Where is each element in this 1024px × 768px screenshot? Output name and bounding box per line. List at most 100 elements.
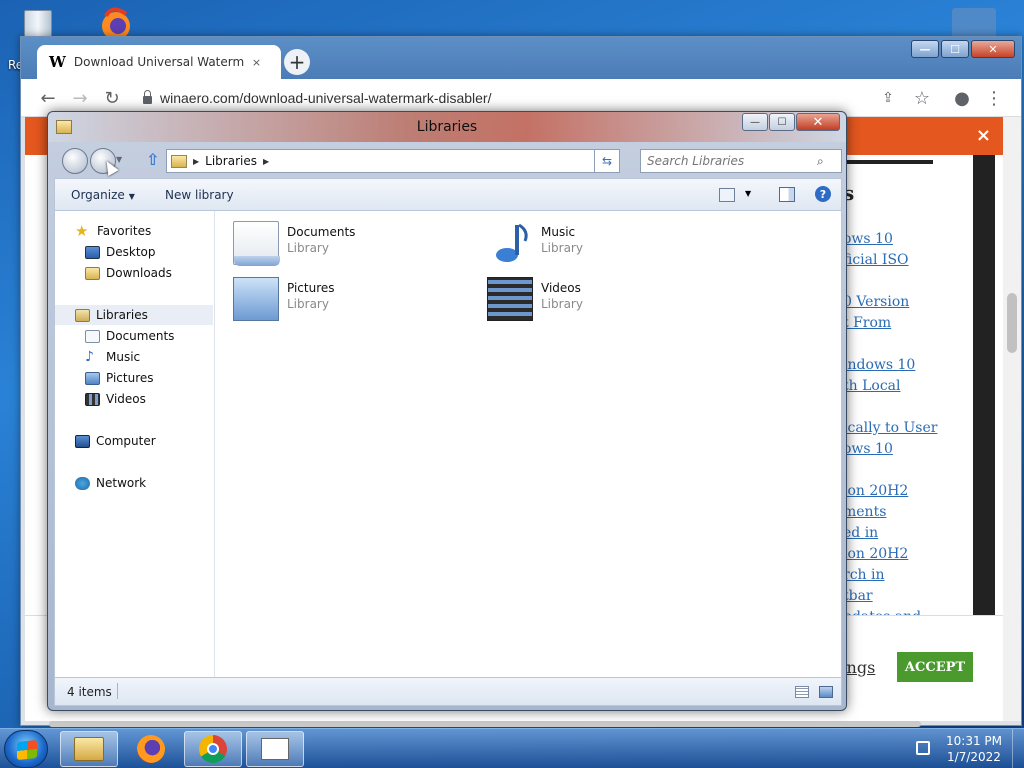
nav-favorites[interactable]: ★ Favorites (75, 221, 151, 241)
nav-network[interactable]: Network (75, 473, 146, 493)
chrome-maximize-button[interactable]: ☐ (941, 40, 969, 58)
recent-pages-dropdown-icon[interactable]: ▼ (116, 155, 122, 164)
nav-pictures[interactable]: Pictures (85, 368, 154, 388)
libraries-folder-icon (171, 154, 187, 168)
library-name: Music (541, 225, 576, 239)
aside-link[interactable]: ments (843, 504, 886, 520)
help-icon[interactable]: ? (815, 186, 831, 202)
new-tab-button[interactable]: + (284, 49, 310, 75)
nav-label: Libraries (96, 308, 148, 322)
scrollbar-thumb[interactable] (1007, 293, 1017, 353)
aside-link[interactable]: indows 10 (843, 357, 915, 373)
back-arrow-icon[interactable] (62, 148, 88, 174)
library-name: Videos (541, 281, 581, 295)
explorer-address-bar[interactable]: ▶ Libraries ▶ ▼ (166, 149, 612, 173)
library-type: Library (287, 241, 329, 255)
nav-downloads[interactable]: Downloads (85, 263, 172, 283)
page-scrollbar[interactable] (1003, 117, 1021, 721)
back-button[interactable]: ← (37, 87, 59, 109)
star-icon[interactable]: ☆ (911, 87, 933, 109)
firefox-desktop-icon[interactable] (92, 4, 140, 40)
breadcrumb-libraries[interactable]: Libraries (205, 154, 257, 168)
preview-pane-icon[interactable] (779, 187, 795, 202)
explorer-maximize-button[interactable]: ☐ (769, 113, 795, 131)
breadcrumb-arrow-icon[interactable]: ▶ (263, 157, 269, 166)
nav-computer[interactable]: Computer (75, 431, 156, 451)
reload-button[interactable]: ↻ (101, 87, 123, 109)
system-clock[interactable]: 10:31 PM 1/7/2022 (940, 733, 1008, 765)
taskbar-explorer[interactable] (60, 731, 118, 767)
menu-icon[interactable]: ⋮ (983, 87, 1005, 109)
taskbar: 10:31 PM 1/7/2022 (0, 728, 1024, 768)
explorer-body: ★ Favorites Desktop Downloads Libraries … (54, 210, 842, 678)
window-icon (261, 738, 289, 760)
banner-close-icon[interactable]: × (976, 125, 991, 146)
tab-title: Download Universal Watermark (73, 55, 244, 69)
lock-icon[interactable] (143, 90, 152, 104)
aside-link[interactable]: ed in (843, 525, 878, 541)
nav-documents[interactable]: Documents (85, 326, 174, 346)
aside-link[interactable]: th Local (843, 378, 900, 394)
aside-link[interactable]: ficial ISO (843, 252, 909, 268)
aside-link[interactable]: ically to User (843, 420, 937, 436)
chrome-close-button[interactable]: ✕ (971, 40, 1015, 58)
aside-link[interactable]: tbar (843, 588, 873, 604)
network-tray-icon[interactable] (916, 741, 930, 755)
nav-libraries[interactable]: Libraries (55, 305, 213, 325)
details-view-icon[interactable] (795, 686, 809, 698)
explorer-close-button[interactable]: ✕ (796, 113, 840, 131)
address-bar[interactable]: winaero.com/download-universal-watermark… (143, 84, 863, 112)
library-item-documents[interactable]: Documents Library (233, 219, 453, 267)
search-input[interactable] (647, 154, 817, 168)
nav-desktop[interactable]: Desktop (85, 242, 156, 262)
nav-label: Downloads (106, 266, 172, 280)
nav-videos[interactable]: Videos (85, 389, 146, 409)
nav-music[interactable]: ♪ Music (85, 347, 140, 367)
winaero-favicon-icon: W (49, 53, 66, 71)
aside-link[interactable]: ows 10 (843, 441, 893, 457)
organize-label: Organize (71, 188, 125, 202)
breadcrumb-arrow-icon[interactable]: ▶ (193, 157, 199, 166)
up-arrow-icon[interactable]: ⇧ (146, 150, 159, 169)
browser-tab[interactable]: W Download Universal Watermark × (37, 45, 281, 79)
aside-link[interactable]: rch in (843, 567, 885, 583)
chrome-title-bar: — ☐ ✕ W Download Universal Watermark × + (21, 37, 1021, 79)
downloads-icon (85, 266, 100, 280)
explorer-minimize-button[interactable]: — (742, 113, 768, 131)
cookie-accept-button[interactable]: ACCEPT (897, 652, 973, 682)
nav-label: Documents (106, 329, 175, 343)
music-note-icon: ♪ (85, 348, 94, 365)
taskbar-chrome[interactable] (184, 731, 242, 767)
profile-icon[interactable]: ● (951, 87, 973, 109)
library-item-videos[interactable]: Videos Library (487, 275, 707, 323)
new-library-button[interactable]: New library (165, 188, 234, 202)
change-view-icon[interactable] (719, 188, 735, 202)
horizontal-scrollbar[interactable] (49, 721, 921, 727)
aside-link[interactable]: ion 20H2 (843, 483, 908, 499)
organize-button[interactable]: Organize ▼ (71, 188, 135, 202)
library-item-pictures[interactable]: Pictures Library (233, 275, 453, 323)
taskbar-window[interactable] (246, 731, 304, 767)
explorer-search-box[interactable]: ⌕ (640, 149, 842, 173)
forward-button[interactable]: → (69, 87, 91, 109)
aside-link[interactable]: 0 Version (843, 294, 909, 310)
item-count: 4 items (67, 685, 112, 699)
chrome-minimize-button[interactable]: — (911, 40, 939, 58)
aside-link[interactable]: t From (843, 315, 891, 331)
large-icons-view-icon[interactable] (819, 686, 833, 698)
show-desktop-button[interactable] (1012, 729, 1024, 768)
share-icon[interactable]: ⇪ (877, 87, 899, 109)
dark-column (973, 155, 995, 615)
view-options-dropdown-icon[interactable]: ▼ (745, 189, 751, 198)
url-text[interactable]: winaero.com/download-universal-watermark… (160, 90, 491, 106)
search-icon[interactable]: ⌕ (817, 154, 824, 169)
aside-link[interactable]: ion 20H2 (843, 546, 908, 562)
refresh-icon[interactable]: ⇆ (594, 149, 620, 173)
aside-link[interactable]: ows 10 (843, 231, 893, 247)
library-item-music[interactable]: Music Library (487, 219, 707, 267)
tab-close-icon[interactable]: × (252, 56, 261, 69)
nav-label: Favorites (97, 224, 152, 238)
start-button[interactable] (4, 730, 48, 768)
taskbar-firefox[interactable] (122, 731, 180, 767)
command-bar: Organize ▼ New library ▼ ? (54, 178, 842, 210)
